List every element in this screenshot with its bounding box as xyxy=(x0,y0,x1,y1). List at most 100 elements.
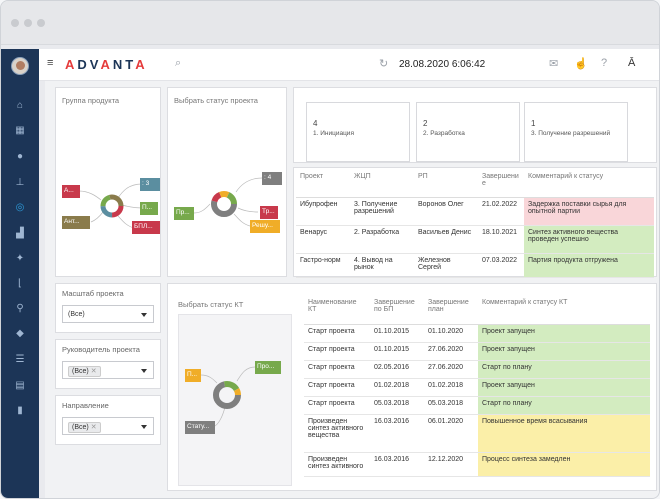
sparkle-icon[interactable]: ✦ xyxy=(13,252,27,266)
cell-comment: Задержка поставки сырья для опытной парт… xyxy=(524,197,654,226)
chevron-down-icon xyxy=(141,313,147,317)
column-header[interactable]: Завершение план xyxy=(424,296,478,325)
users-icon[interactable]: ● xyxy=(13,150,27,164)
help-icon[interactable]: ? xyxy=(601,57,607,69)
table-row[interactable]: Венарус 2. Разработка Васильев Денис 18.… xyxy=(296,225,654,254)
window-dot[interactable] xyxy=(24,19,32,27)
cell-bp: 01.10.2015 xyxy=(370,324,424,343)
table-row[interactable]: Старт проекта 02.05.2016 27.06.2020 Стар… xyxy=(304,360,650,379)
column-header[interactable]: Комментарий к статусу xyxy=(524,170,654,198)
close-icon[interactable]: ✕ xyxy=(91,368,97,375)
kpi-card[interactable]: 4 1. Инициация xyxy=(306,102,410,162)
cell-name: Произведен синтез активного xyxy=(304,452,370,477)
cell-bp: 01.10.2015 xyxy=(370,342,424,361)
kpi-card[interactable]: 2 2. Разработка xyxy=(416,102,520,162)
filter-tag: (Все) ✕ xyxy=(68,366,101,377)
table-row[interactable]: Ибупрофен 3. Получение разрешений Вороно… xyxy=(296,197,654,226)
chart-node[interactable]: Стату... xyxy=(185,421,215,434)
cell-project: Гастро-норм xyxy=(296,253,350,278)
filter-label: Масштаб проекта xyxy=(62,289,124,298)
chart-node[interactable]: : 3 xyxy=(140,178,160,191)
chart-node[interactable]: П... xyxy=(185,369,201,382)
manager-select[interactable]: (Все) ✕ xyxy=(62,361,154,379)
search-icon[interactable]: ⌕ xyxy=(175,57,181,70)
app-window: ⌂ ▦ ● ⊥ ◎ ▟ ✦ ⌊ ⚲ ◆ ☰ ▤ ▮ ≡ ADVANTA ⌕ ↻ … xyxy=(0,0,660,499)
cell-bp: 02.05.2016 xyxy=(370,360,424,379)
like-icon[interactable]: ☝ xyxy=(574,57,588,70)
table-row[interactable]: Старт проекта 01.10.2015 01.10.2020 Прое… xyxy=(304,324,650,343)
bar-chart-icon[interactable]: ▟ xyxy=(13,227,27,241)
milestones-table: Наименование КТ Завершение по БП Заверше… xyxy=(304,296,650,477)
cell-comment: Старт по плану xyxy=(478,360,650,379)
select-value: (Все) xyxy=(68,311,85,318)
cell-comment: Проект запущен xyxy=(478,378,650,397)
chart-node[interactable]: Тр... xyxy=(260,206,278,219)
table-row[interactable]: Гастро-норм 4. Вывод на рынок Железнов С… xyxy=(296,253,654,278)
cell-comment: Проект запущен xyxy=(478,324,650,343)
cell-comment: Синтез активного вещества проведен успеш… xyxy=(524,225,654,254)
scale-select[interactable]: (Все) xyxy=(62,305,154,323)
avatar[interactable] xyxy=(11,57,29,75)
kt-status-chart[interactable] xyxy=(179,315,293,487)
column-header[interactable]: РП xyxy=(414,170,478,198)
chart-node[interactable]: Про... xyxy=(255,361,281,374)
bookmark-icon[interactable]: ▮ xyxy=(13,404,27,418)
cell-stage: 3. Получение разрешений xyxy=(350,197,414,226)
projects-panel: Проект ЖЦП РП Завершение Комментарий к с… xyxy=(293,167,657,278)
table-row[interactable]: Произведен синтез активного вещества 16.… xyxy=(304,414,650,453)
table-row[interactable]: Старт проекта 01.10.2015 27.06.2020 Прое… xyxy=(304,342,650,361)
chart-node[interactable]: : 4 xyxy=(262,172,282,185)
chart-node[interactable]: А... xyxy=(62,185,80,198)
column-header[interactable]: Наименование КТ xyxy=(304,296,370,325)
chart-node[interactable]: БПЛ... xyxy=(132,221,160,234)
cell-plan: 06.01.2020 xyxy=(424,414,478,453)
org-chart-icon[interactable]: ⊥ xyxy=(13,176,27,190)
window-dot[interactable] xyxy=(37,19,45,27)
cell-comment: Проект запущен xyxy=(478,342,650,361)
kpi-count: 4 xyxy=(313,119,318,128)
window-dot[interactable] xyxy=(11,19,19,27)
close-icon[interactable]: ✕ xyxy=(91,424,97,431)
refresh-icon[interactable]: ↻ xyxy=(379,57,388,70)
donut-chart-icon[interactable]: ◎ xyxy=(13,201,27,215)
panel-title: Выбрать статус КТ xyxy=(178,300,244,309)
user-menu-icon[interactable]: Ā xyxy=(628,57,635,69)
column-header[interactable]: ЖЦП xyxy=(350,170,414,198)
table-row[interactable]: Произведен синтез активного 16.03.2016 1… xyxy=(304,452,650,477)
chevron-down-icon xyxy=(141,425,147,429)
kpi-card[interactable]: 1 3. Получение разрешений xyxy=(524,102,628,162)
stage-summary-panel: 4 1. Инициация 2 2. Разработка 1 3. Полу… xyxy=(293,87,657,163)
sidebar: ⌂ ▦ ● ⊥ ◎ ▟ ✦ ⌊ ⚲ ◆ ☰ ▤ ▮ xyxy=(1,49,39,498)
cell-manager: Железнов Сергей xyxy=(414,253,478,278)
cell-stage: 2. Разработка xyxy=(350,225,414,254)
runner-icon[interactable]: ⚲ xyxy=(13,302,27,316)
filter-tag: (Все) ✕ xyxy=(68,422,101,433)
cube-icon[interactable]: ◆ xyxy=(13,327,27,341)
product-group-panel: Группа продукта А... Ант... : 3 П... БПЛ… xyxy=(55,87,161,277)
cell-plan: 27.06.2020 xyxy=(424,342,478,361)
chart-node[interactable]: Ант... xyxy=(62,216,90,229)
cell-plan: 01.02.2018 xyxy=(424,378,478,397)
column-header[interactable]: Комментарий к статусу КТ xyxy=(478,296,650,325)
mail-icon[interactable]: ✉ xyxy=(549,57,558,70)
cell-stage: 4. Вывод на рынок xyxy=(350,253,414,278)
table-row[interactable]: Старт проекта 01.02.2018 01.02.2018 Прое… xyxy=(304,378,650,397)
chart-node[interactable]: Решу... xyxy=(250,220,280,233)
column-header[interactable]: Проект xyxy=(296,170,350,198)
table-row[interactable]: Старт проекта 05.03.2018 05.03.2018 Стар… xyxy=(304,396,650,415)
window-icon[interactable]: ▤ xyxy=(13,379,27,393)
chart-node[interactable]: П... xyxy=(140,202,158,215)
tag-label: (Все) xyxy=(72,368,89,375)
milestones-panel: Выбрать статус КТ П... Про... Стату... Н… xyxy=(167,283,657,491)
chart-node[interactable]: Пр... xyxy=(174,207,194,220)
checklist-icon[interactable]: ☰ xyxy=(13,353,27,367)
menu-icon[interactable]: ≡ xyxy=(47,57,53,69)
home-icon[interactable]: ⌂ xyxy=(13,99,27,113)
cell-name: Старт проекта xyxy=(304,360,370,379)
calendar-icon[interactable]: ▦ xyxy=(13,124,27,138)
column-header[interactable]: Завершение по БП xyxy=(370,296,424,325)
timeline-icon[interactable]: ⌊ xyxy=(13,277,27,291)
column-header[interactable]: Завершение xyxy=(478,170,524,198)
kt-status-chart-area: П... Про... Стату... xyxy=(178,314,292,486)
direction-select[interactable]: (Все) ✕ xyxy=(62,417,154,435)
